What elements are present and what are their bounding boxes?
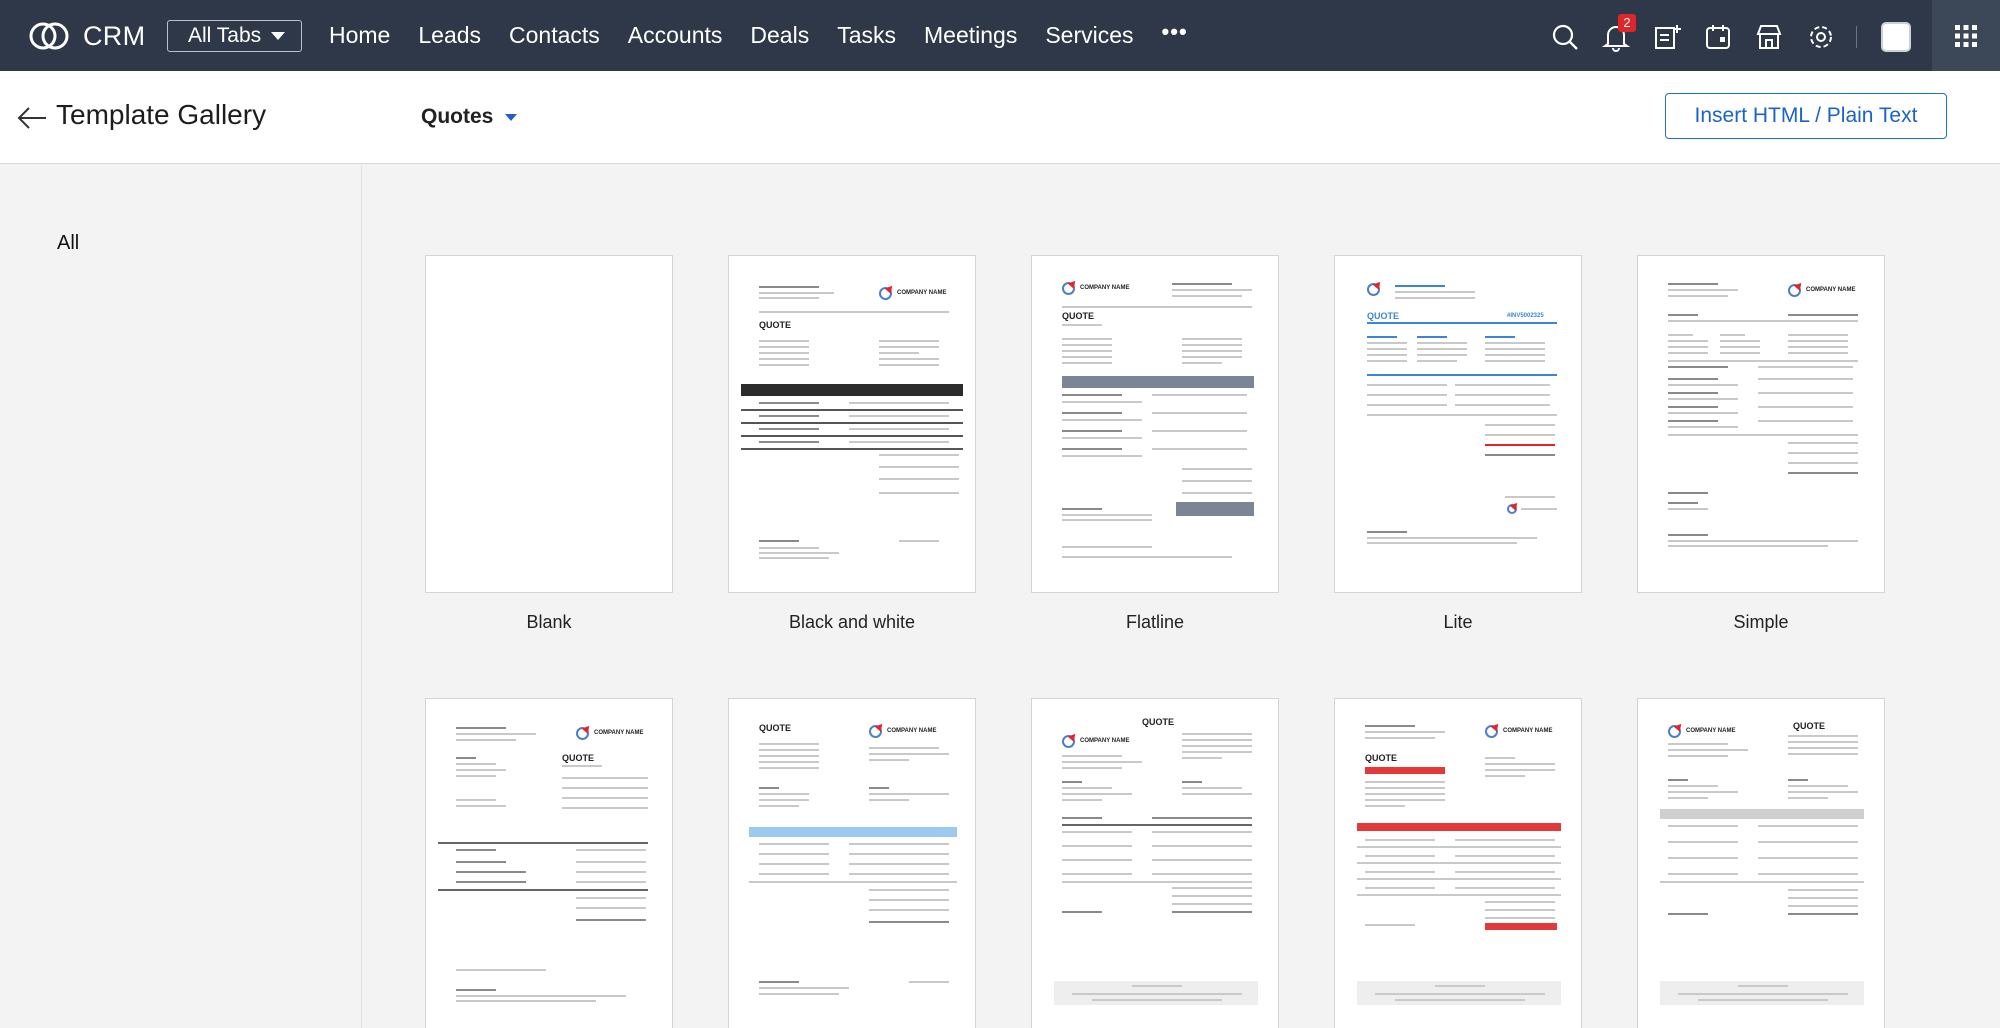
main-nav: Home Leads Contacts Accounts Deals Tasks… xyxy=(329,19,1216,49)
app-grid-icon[interactable] xyxy=(1932,0,2000,71)
back-arrow-icon[interactable] xyxy=(16,104,48,132)
template-thumbnail[interactable]: QUOTE COMPANY NAME xyxy=(728,698,976,1028)
company-name-text: COMPANY NAME xyxy=(887,728,937,734)
chevron-down-icon xyxy=(271,32,286,40)
top-navigation-bar: CRM All Tabs Home Leads Contacts Account… xyxy=(0,0,2000,71)
quote-heading: QUOTE xyxy=(1062,311,1095,321)
company-logo-icon xyxy=(1507,504,1517,514)
company-logo-icon xyxy=(1485,725,1498,738)
company-name-text: COMPANY NAME xyxy=(1080,285,1130,291)
template-name: Blank xyxy=(526,612,572,632)
nav-meetings[interactable]: Meetings xyxy=(924,22,1017,49)
page-title: Template Gallery xyxy=(56,99,267,130)
template-thumbnail[interactable]: QUOTE COMPANY NAME xyxy=(1031,698,1279,1028)
company-logo-icon xyxy=(1367,283,1380,296)
nav-home[interactable]: Home xyxy=(329,22,390,49)
company-logo-icon xyxy=(869,725,882,738)
chevron-down-icon xyxy=(505,113,518,121)
page-header: Template Gallery Quotes Insert HTML / Pl… xyxy=(0,71,2000,164)
company-name-text: COMPANY NAME xyxy=(594,730,644,736)
company-logo-icon xyxy=(576,727,589,740)
search-icon[interactable] xyxy=(1550,22,1580,52)
quote-heading: QUOTE xyxy=(1367,311,1400,321)
company-logo-icon xyxy=(1062,735,1075,748)
company-logo-icon xyxy=(1062,282,1075,295)
company-logo-icon xyxy=(1788,284,1801,297)
template-thumbnail[interactable]: COMPANY NAME QUOTE xyxy=(1334,698,1582,1028)
all-tabs-dropdown[interactable]: All Tabs xyxy=(167,20,302,52)
quote-heading: QUOTE xyxy=(759,320,792,330)
store-icon[interactable] xyxy=(1754,22,1784,52)
template-name: Simple xyxy=(1733,612,1789,632)
module-selector[interactable]: Quotes xyxy=(421,105,518,129)
avatar[interactable] xyxy=(1881,22,1911,52)
nav-services[interactable]: Services xyxy=(1045,22,1133,49)
template-thumbnail[interactable]: COMPANY NAME QUOTE xyxy=(1637,698,1885,1028)
company-name-text: COMPANY NAME xyxy=(1503,728,1553,734)
nav-contacts[interactable]: Contacts xyxy=(509,22,600,49)
category-all[interactable]: All xyxy=(57,232,79,255)
template-thumbnail[interactable]: QUOTE #INV5002325 xyxy=(1334,255,1582,593)
quote-heading: QUOTE xyxy=(1142,717,1175,727)
quote-heading: QUOTE xyxy=(1793,721,1826,731)
gear-icon[interactable] xyxy=(1806,22,1836,52)
company-name-text: COMPANY NAME xyxy=(1806,287,1856,293)
insert-html-plain-text-button[interactable]: Insert HTML / Plain Text xyxy=(1665,93,1947,139)
template-name: Black and white xyxy=(788,612,916,632)
template-name: Flatline xyxy=(1125,612,1185,632)
brand-name: CRM xyxy=(83,20,146,51)
more-tabs-icon[interactable]: ••• xyxy=(1162,19,1188,49)
quote-heading: QUOTE xyxy=(1365,753,1398,763)
company-name-text: COMPANY NAME xyxy=(1686,728,1736,734)
quote-heading: QUOTE xyxy=(562,753,595,763)
template-thumbnail[interactable]: COMPANY NAME QUOTE xyxy=(425,698,673,1028)
template-gallery: Blank COMPANY NAME QUOTE Black and white… xyxy=(363,165,2000,1028)
company-name-text: COMPANY NAME xyxy=(897,290,947,296)
add-note-icon[interactable] xyxy=(1652,22,1682,52)
topbar-divider xyxy=(1856,26,1857,48)
template-thumbnail[interactable] xyxy=(425,255,673,593)
crm-logo[interactable]: CRM xyxy=(27,18,145,54)
all-tabs-label: All Tabs xyxy=(188,24,262,47)
template-name: Lite xyxy=(1443,612,1473,632)
module-label: Quotes xyxy=(421,105,494,128)
quote-heading: QUOTE xyxy=(759,723,792,733)
nav-accounts[interactable]: Accounts xyxy=(628,22,723,49)
calendar-icon[interactable] xyxy=(1703,22,1733,52)
crm-logo-icon xyxy=(29,22,69,50)
company-logo-icon xyxy=(1668,725,1681,738)
nav-deals[interactable]: Deals xyxy=(750,22,809,49)
template-thumbnail[interactable]: COMPANY NAME QUOTE xyxy=(1031,255,1279,593)
nav-leads[interactable]: Leads xyxy=(418,22,481,49)
category-sidebar: All xyxy=(0,165,362,1028)
nav-tasks[interactable]: Tasks xyxy=(837,22,896,49)
company-logo-icon xyxy=(879,287,892,300)
notification-badge: 2 xyxy=(1618,14,1636,32)
company-name-text: COMPANY NAME xyxy=(1080,738,1130,744)
quote-number: #INV5002325 xyxy=(1507,313,1544,319)
template-thumbnail[interactable]: COMPANY NAME QUOTE xyxy=(728,255,976,593)
template-thumbnail[interactable]: COMPANY NAME xyxy=(1637,255,1885,593)
